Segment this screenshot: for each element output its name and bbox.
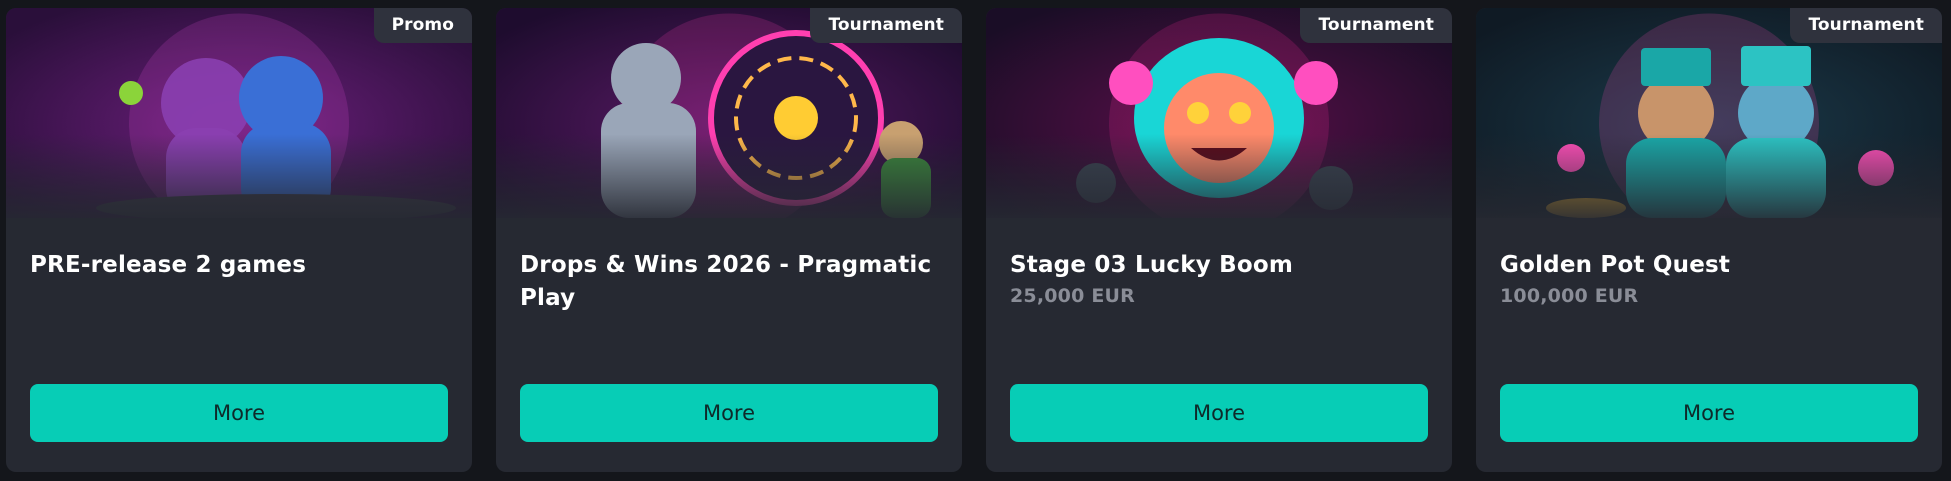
card-body: Drops & Wins 2026 - Pragmatic Play More bbox=[496, 218, 962, 472]
card-category-badge: Tournament bbox=[1790, 8, 1942, 43]
card-category-badge: Promo bbox=[373, 8, 472, 43]
card-body: Golden Pot Quest 100,000 EUR More bbox=[1476, 218, 1942, 472]
card-banner-image[interactable]: Tournament bbox=[986, 8, 1452, 218]
more-button[interactable]: More bbox=[1500, 384, 1918, 442]
card-title: Golden Pot Quest bbox=[1500, 252, 1731, 278]
card-title: PRE-release 2 games bbox=[30, 252, 307, 278]
promo-card: Tournament Stage 03 Lucky Boom 25,000 EUR M… bbox=[986, 8, 1452, 472]
more-button[interactable]: More bbox=[30, 384, 448, 442]
card-banner-image[interactable]: Promo bbox=[6, 8, 472, 218]
promo-card: Tournament Drops & Wins 2026 - Pragmatic … bbox=[496, 8, 962, 472]
card-title: Drops & Wins 2026 - Pragmatic Play bbox=[520, 252, 932, 311]
card-prize-pool: 100,000 EUR bbox=[1500, 285, 1639, 307]
card-title: Stage 03 Lucky Boom bbox=[1010, 252, 1294, 278]
promo-cards-row: Promo PRE-release 2 games More Tournament D… bbox=[6, 8, 1942, 472]
card-banner-image[interactable]: Tournament bbox=[1476, 8, 1942, 218]
card-prize-pool: 25,000 EUR bbox=[1010, 285, 1135, 307]
promo-card: Promo PRE-release 2 games More bbox=[6, 8, 472, 472]
card-category-badge: Tournament bbox=[1300, 8, 1452, 43]
more-button[interactable]: More bbox=[1010, 384, 1428, 442]
more-button[interactable]: More bbox=[520, 384, 938, 442]
card-body: PRE-release 2 games More bbox=[6, 218, 472, 472]
promo-card: Tournament Golden Pot Quest 100,000 EUR Mor… bbox=[1476, 8, 1942, 472]
card-banner-image[interactable]: Tournament bbox=[496, 8, 962, 218]
card-body: Stage 03 Lucky Boom 25,000 EUR More bbox=[986, 218, 1452, 472]
card-category-badge: Tournament bbox=[810, 8, 962, 43]
